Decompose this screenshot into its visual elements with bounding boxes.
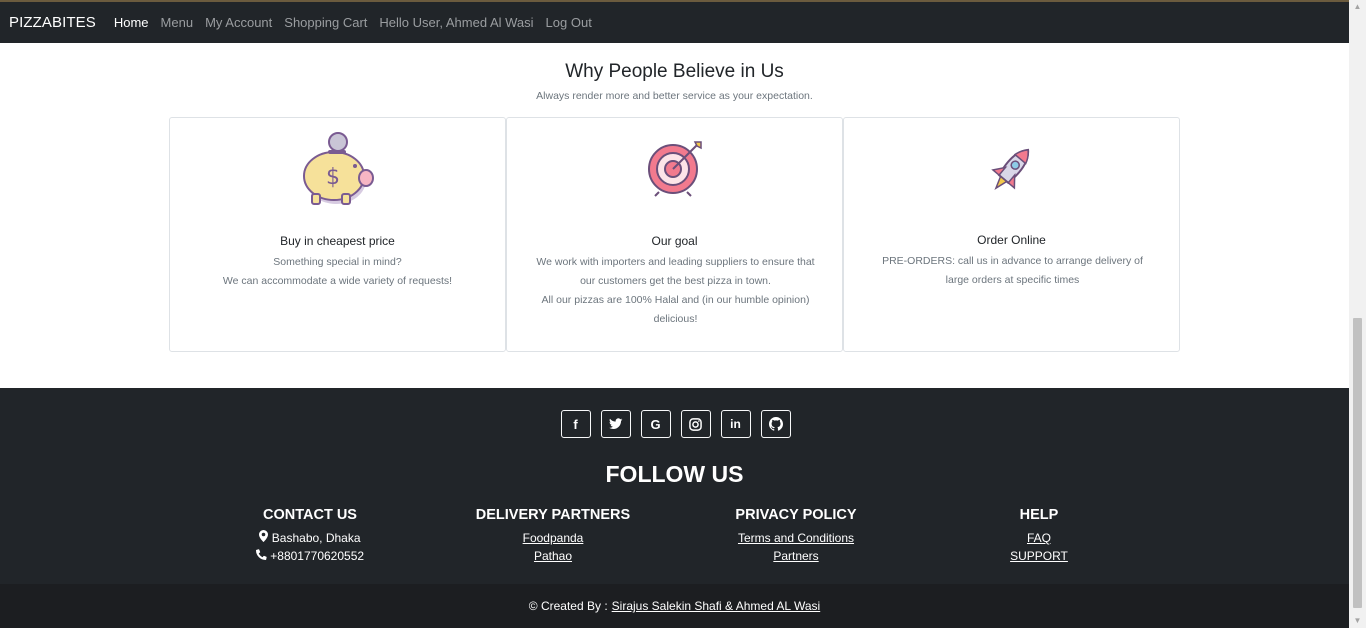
piggy-bank-icon: $ — [170, 128, 505, 212]
linkedin-icon[interactable]: in — [720, 410, 751, 438]
scroll-up-arrow-icon[interactable]: ▲ — [1353, 3, 1362, 11]
why-section-title: Why People Believe in Us — [565, 61, 784, 82]
copyright-prefix: © Created By : — [528, 599, 608, 613]
nav-link-menu[interactable]: Menu — [161, 15, 194, 30]
svg-text:$: $ — [326, 165, 340, 190]
map-marker-icon — [259, 530, 271, 545]
scrollbar-thumb[interactable] — [1353, 318, 1362, 608]
feature-card-goal: Our goal We work with importers and lead… — [506, 117, 843, 352]
target-icon — [507, 138, 842, 198]
feature-card-line: We work with importers and leading suppl… — [536, 256, 815, 287]
social-links: f G in — [0, 410, 1349, 438]
copyright-authors-link[interactable]: Sirajus Salekin Shafi & Ahmed AL Wasi — [612, 599, 821, 613]
help-column: HELP FAQ SUPPORT — [939, 507, 1139, 565]
privacy-policy-title: PRIVACY POLICY — [735, 507, 857, 523]
feature-cards: $ Buy in cheapest price Something specia… — [169, 117, 1181, 352]
link-terms[interactable]: Terms and Conditions — [696, 529, 896, 547]
feature-card-line: All our pizzas are 100% Halal and (in ou… — [541, 294, 810, 325]
github-icon[interactable] — [760, 410, 791, 438]
copyright-bar: © Created By : Sirajus Salekin Shafi & A… — [0, 584, 1349, 628]
twitter-icon[interactable] — [600, 410, 631, 438]
page: PIZZABITES Home Menu My Account Shopping… — [0, 0, 1349, 628]
feature-card-price: $ Buy in cheapest price Something specia… — [169, 117, 506, 352]
link-faq[interactable]: FAQ — [939, 529, 1139, 547]
google-icon[interactable]: G — [640, 410, 671, 438]
contact-phone: +8801770620552 — [210, 547, 410, 565]
privacy-policy-column: PRIVACY POLICY Terms and Conditions Part… — [696, 507, 896, 565]
feature-card-line: Something special in mind? — [273, 256, 402, 268]
contact-phone-text: +8801770620552 — [270, 549, 365, 563]
feature-card-line: PRE-ORDERS: call us in advance to arrang… — [882, 255, 1143, 286]
brand-logo[interactable]: PIZZABITES — [9, 14, 96, 31]
footer: f G in FOLLOW US CONTACT US Bashabo, Dha… — [0, 388, 1349, 584]
feature-card-title: Order Online — [977, 233, 1046, 247]
link-pathao[interactable]: Pathao — [453, 547, 653, 565]
link-support[interactable]: SUPPORT — [939, 547, 1139, 565]
link-foodpanda[interactable]: Foodpanda — [453, 529, 653, 547]
feature-card-line: We can accommodate a wide variety of req… — [222, 275, 453, 287]
nav-link-user-greeting[interactable]: Hello User, Ahmed Al Wasi — [379, 15, 533, 30]
instagram-icon[interactable] — [680, 410, 711, 438]
contact-title: CONTACT US — [263, 507, 357, 523]
vertical-scrollbar[interactable]: ▲ ▼ — [1349, 0, 1366, 628]
delivery-partners-column: DELIVERY PARTNERS Foodpanda Pathao — [453, 507, 653, 565]
feature-card-order-online: Order Online PRE-ORDERS: call us in adva… — [843, 117, 1180, 352]
contact-column: CONTACT US Bashabo, Dhaka +8801770620552 — [210, 507, 410, 565]
top-navbar: PIZZABITES Home Menu My Account Shopping… — [0, 0, 1349, 43]
nav-link-logout[interactable]: Log Out — [546, 15, 592, 30]
feature-card-title: Our goal — [651, 234, 698, 248]
link-partners[interactable]: Partners — [696, 547, 896, 565]
nav-link-home[interactable]: Home — [114, 15, 149, 30]
nav-link-my-account[interactable]: My Account — [205, 15, 272, 30]
feature-card-title: Buy in cheapest price — [280, 234, 395, 248]
feature-card-text: PRE-ORDERS: call us in advance to arrang… — [870, 252, 1155, 290]
delivery-partners-title: DELIVERY PARTNERS — [475, 507, 631, 523]
contact-address-text: Bashabo, Dhaka — [271, 531, 361, 545]
feature-card-text: Something special in mind? We can accomm… — [190, 253, 485, 291]
contact-address: Bashabo, Dhaka — [210, 529, 410, 547]
help-title: HELP — [1019, 507, 1059, 523]
feature-card-text: We work with importers and leading suppl… — [531, 253, 820, 329]
phone-icon — [255, 549, 270, 563]
rocket-icon — [844, 142, 1179, 196]
nav-link-shopping-cart[interactable]: Shopping Cart — [284, 15, 367, 30]
why-section-subtitle: Always render more and better service as… — [536, 90, 813, 102]
scroll-down-arrow-icon[interactable]: ▼ — [1353, 617, 1362, 625]
facebook-icon[interactable]: f — [560, 410, 591, 438]
follow-us-heading: FOLLOW US — [605, 461, 744, 487]
